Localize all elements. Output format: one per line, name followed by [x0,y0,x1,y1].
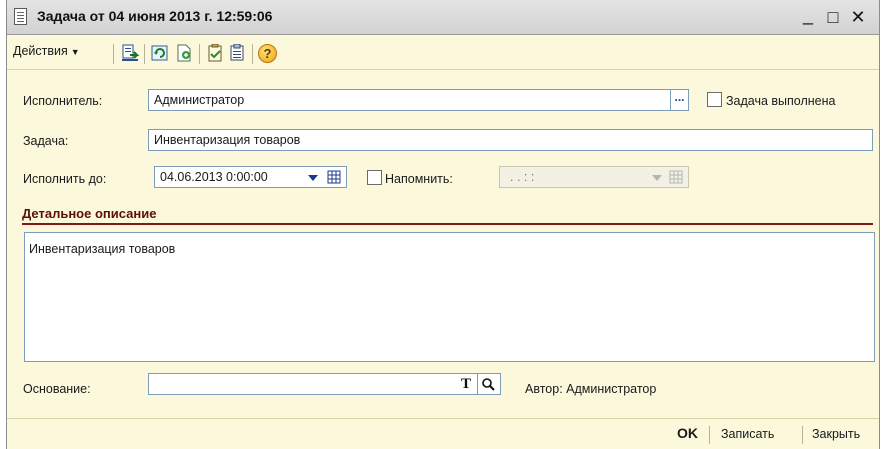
due-date-value: 04.06.2013 0:00:00 [160,170,268,184]
toolbar-separator [144,44,145,64]
select-executor-button[interactable]: ... [670,90,688,110]
toolbar-separator [252,44,253,64]
refresh-icon[interactable] [151,44,169,62]
remind-dropdown-button [649,167,665,187]
toolbar-separator [199,44,200,64]
maximize-button[interactable]: □ [822,5,844,29]
task-label: Задача: [23,134,69,148]
calendar-icon [327,170,341,184]
caret-down-icon: ▼ [70,47,80,57]
detailed-description-title: Детальное описание [22,206,157,221]
basis-field[interactable]: T [148,373,501,395]
close-button[interactable]: Закрыть [812,427,860,441]
executor-field[interactable]: Администратор ... [148,89,689,111]
task-done-checkbox[interactable] [707,92,722,107]
basis-type-button[interactable]: T [457,374,475,394]
ok-button[interactable]: OK [677,425,698,441]
title-bar: Задача от 04 июня 2013 г. 12:59:06 _ □ ✕ [7,0,879,35]
help-icon[interactable]: ? [258,44,277,63]
remind-datetime-field: . . : : [499,166,689,188]
actions-menu-label: Действия [13,44,68,58]
executor-label: Исполнитель: [23,94,103,108]
remind-datetime-value: . . : : [510,170,535,184]
window-title: Задача от 04 июня 2013 г. 12:59:06 [37,8,273,24]
due-date-calendar-button[interactable] [323,167,345,187]
task-done-label: Задача выполнена [726,94,836,108]
footer-separator [709,426,710,444]
magnifier-icon [481,378,495,391]
calendar-icon [669,170,683,184]
task-form-window: Задача от 04 июня 2013 г. 12:59:06 _ □ ✕… [6,0,880,449]
task-value: Инвентаризация товаров [154,133,301,147]
author-text: Автор: Администратор [525,382,657,396]
due-date-dropdown-button[interactable] [304,167,322,187]
actions-menu[interactable]: Действия ▼ [13,44,80,58]
document-icon [14,8,27,25]
save-button[interactable]: Записать [721,427,774,441]
description-text: Инвентаризация товаров [29,242,176,256]
footer-separator [802,426,803,444]
remind-checkbox[interactable] [367,170,382,185]
remind-calendar-button [667,167,685,187]
footer-bar: OK Записать Закрыть [7,418,879,449]
description-textarea[interactable]: Инвентаризация товаров [24,232,875,362]
due-date-field[interactable]: 04.06.2013 0:00:00 [154,166,347,188]
due-date-label: Исполнить до: [23,172,107,186]
toolbar-separator [113,44,114,64]
toolbar: Действия ▼ ? [7,36,879,70]
remind-label: Напомнить: [385,172,453,186]
executor-value: Администратор [154,93,245,107]
minimize-button[interactable]: _ [797,3,819,27]
task-field[interactable]: Инвентаризация товаров [148,129,873,151]
new-document-icon[interactable] [175,44,193,62]
task-list-icon[interactable] [206,43,224,62]
basis-search-button[interactable] [477,374,499,394]
print-icon[interactable] [229,43,247,62]
close-window-button[interactable]: ✕ [847,5,869,29]
basis-label: Основание: [23,382,91,396]
post-and-close-icon[interactable] [121,44,140,62]
section-divider [22,223,873,225]
